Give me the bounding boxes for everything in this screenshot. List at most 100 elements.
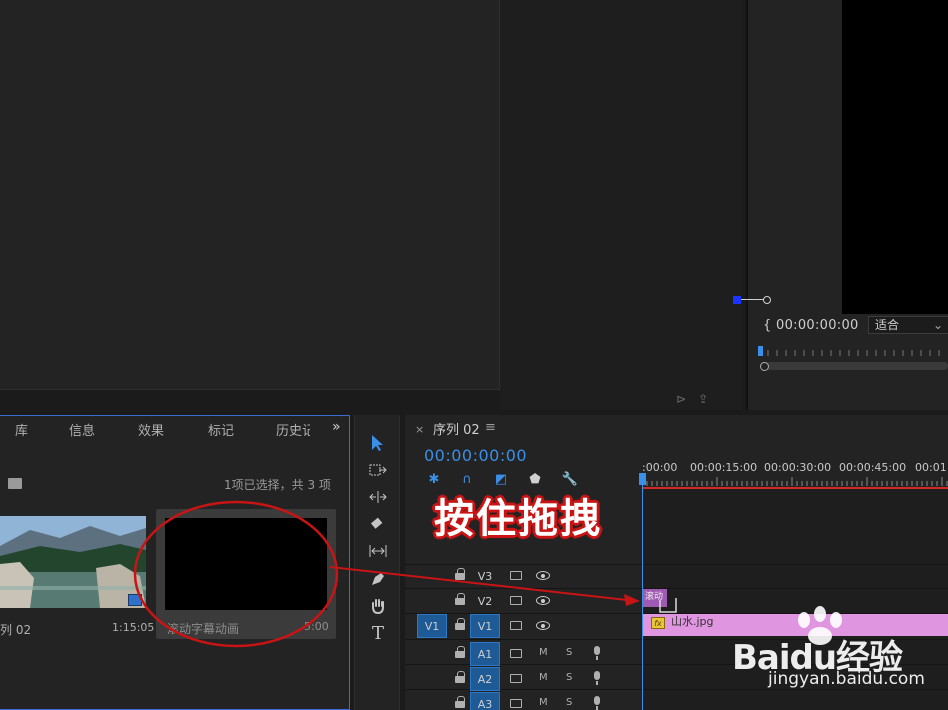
track-name[interactable]: A1 xyxy=(470,642,500,666)
track-name[interactable]: V2 xyxy=(470,589,500,613)
tab-history[interactable]: 历史记 xyxy=(276,420,310,439)
razor-tool-icon[interactable] xyxy=(367,513,389,535)
track-name[interactable]: V1 xyxy=(470,614,500,638)
eye-icon[interactable] xyxy=(536,571,550,580)
project-tabs: 库 信息 效果 标记 历史记 » xyxy=(0,416,350,442)
type-tool-icon[interactable]: T xyxy=(367,622,389,644)
effect-controls-panel xyxy=(500,0,742,410)
sync-lock-icon[interactable] xyxy=(510,649,522,658)
project-panel: 库 信息 效果 标记 历史记 » 1项已选择，共 3 项 列 02 1:15:0… xyxy=(0,415,350,710)
lock-icon[interactable] xyxy=(455,593,465,605)
tab-markers[interactable]: 标记 xyxy=(208,420,234,439)
source-patch-v1[interactable]: V1 xyxy=(417,614,447,638)
eye-icon[interactable] xyxy=(536,596,550,605)
sync-lock-icon[interactable] xyxy=(510,674,522,683)
close-tab-icon[interactable]: × xyxy=(415,423,424,436)
sync-lock-icon[interactable] xyxy=(510,596,522,605)
tab-libraries[interactable]: 库 xyxy=(15,420,28,439)
new-bin-icon[interactable] xyxy=(8,478,22,489)
mute-button[interactable]: M xyxy=(539,672,548,683)
selection-tool-icon[interactable] xyxy=(367,432,389,454)
work-area-bar[interactable] xyxy=(642,487,948,489)
fx-badge: fx xyxy=(651,617,665,629)
track-select-tool-icon[interactable] xyxy=(367,459,389,481)
solo-button[interactable]: S xyxy=(566,672,572,683)
track-header-a1[interactable]: A1 M S xyxy=(405,642,642,666)
track-header-a3[interactable]: A3 M S xyxy=(405,692,642,710)
insert-icon[interactable]: ⊳ xyxy=(676,392,686,408)
sync-lock-icon[interactable] xyxy=(510,571,522,580)
slip-tool-icon[interactable] xyxy=(367,540,389,562)
playhead-line[interactable] xyxy=(642,485,643,710)
export-frame-icon[interactable]: ⇪ xyxy=(698,392,708,408)
hand-tool-icon[interactable] xyxy=(367,595,389,617)
ruler-label: 00:00:30:00 xyxy=(764,461,832,474)
microphone-icon[interactable] xyxy=(593,646,601,660)
eye-icon[interactable] xyxy=(536,621,550,630)
track-header-a2[interactable]: A2 M S xyxy=(405,667,642,691)
mute-button[interactable]: M xyxy=(539,647,548,658)
playhead-timecode[interactable]: 00:00:00:00 xyxy=(424,446,527,465)
linked-selection-icon[interactable]: ◩ xyxy=(493,471,509,487)
tab-info[interactable]: 信息 xyxy=(69,420,95,439)
microphone-icon[interactable] xyxy=(593,671,601,685)
in-point-icon: { xyxy=(763,318,777,333)
tools-panel: T xyxy=(354,415,400,710)
track-name[interactable]: V3 xyxy=(470,564,500,588)
timeline-settings-icon[interactable]: 🔧 xyxy=(562,471,578,487)
chevron-down-icon: ⌄ xyxy=(932,318,943,332)
nest-toggle-icon[interactable]: ✱ xyxy=(426,471,442,487)
track-header-v3[interactable]: V3 xyxy=(405,564,642,588)
panel-menu-icon[interactable]: ≡ xyxy=(485,420,496,435)
ruler-label: :00:00 xyxy=(642,461,678,474)
ruler-label: 00:00:15:00 xyxy=(690,461,758,474)
sequence-tab[interactable]: 序列 02 xyxy=(433,419,480,438)
item-name: 滚动字幕动画 xyxy=(167,622,240,636)
ripple-edit-tool-icon[interactable] xyxy=(367,486,389,508)
panel-overflow-button[interactable]: » xyxy=(332,419,341,435)
track-header-v2[interactable]: V2 xyxy=(405,589,642,613)
anchor-point-handle[interactable] xyxy=(733,296,741,304)
watermark-url: jingyan.baidu.com xyxy=(768,669,925,689)
item-name: 列 02 xyxy=(0,623,32,637)
lock-icon[interactable] xyxy=(455,568,465,580)
track-name[interactable]: A3 xyxy=(470,692,500,710)
pen-tool-icon[interactable] xyxy=(367,568,389,590)
selection-status: 1项已选择，共 3 项 xyxy=(224,478,331,492)
ruler-label: 00:01:0 xyxy=(915,461,948,474)
sync-lock-icon[interactable] xyxy=(510,699,522,708)
playhead-handle[interactable] xyxy=(639,473,646,485)
tab-effects[interactable]: 效果 xyxy=(138,420,164,439)
sequence-icon xyxy=(128,594,142,606)
landscape-image xyxy=(0,516,146,608)
snap-icon[interactable]: ∩ xyxy=(459,471,475,487)
program-zoom-scrollbar[interactable] xyxy=(760,362,948,370)
position-handle[interactable] xyxy=(763,296,771,304)
microphone-icon[interactable] xyxy=(593,696,601,710)
annotation-label: 按住拖拽 xyxy=(434,496,602,542)
solo-button[interactable]: S xyxy=(566,697,572,708)
clip-name: 滚动 xyxy=(645,592,664,602)
item-duration: 1:15:05 xyxy=(112,621,155,634)
scrollbar-handle[interactable] xyxy=(760,362,769,371)
ruler-ticks xyxy=(642,477,948,486)
lock-icon[interactable] xyxy=(455,618,465,630)
program-video-frame xyxy=(842,0,948,314)
program-ruler[interactable] xyxy=(758,344,948,358)
program-timecode[interactable]: { 00:00:00:00 xyxy=(763,318,859,333)
track-header-v1[interactable]: V1 V1 xyxy=(405,614,642,638)
source-monitor-panel xyxy=(0,0,500,390)
add-marker-icon[interactable]: ⬟ xyxy=(527,471,543,487)
fit-dropdown[interactable]: 适合 ⌄ xyxy=(868,316,948,334)
mute-button[interactable]: M xyxy=(539,697,548,708)
landscape-thumbnail[interactable] xyxy=(0,516,146,608)
time-ruler[interactable]: :00:00 00:00:15:00 00:00:30:00 00:00:45:… xyxy=(642,455,948,489)
lock-icon[interactable] xyxy=(455,671,465,683)
sync-lock-icon[interactable] xyxy=(510,621,522,630)
lock-icon[interactable] xyxy=(455,646,465,658)
track-name[interactable]: A2 xyxy=(470,667,500,691)
title-thumbnail[interactable] xyxy=(165,518,327,610)
clip-name: 山水.jpg xyxy=(671,615,714,628)
solo-button[interactable]: S xyxy=(566,647,572,658)
lock-icon[interactable] xyxy=(455,696,465,708)
